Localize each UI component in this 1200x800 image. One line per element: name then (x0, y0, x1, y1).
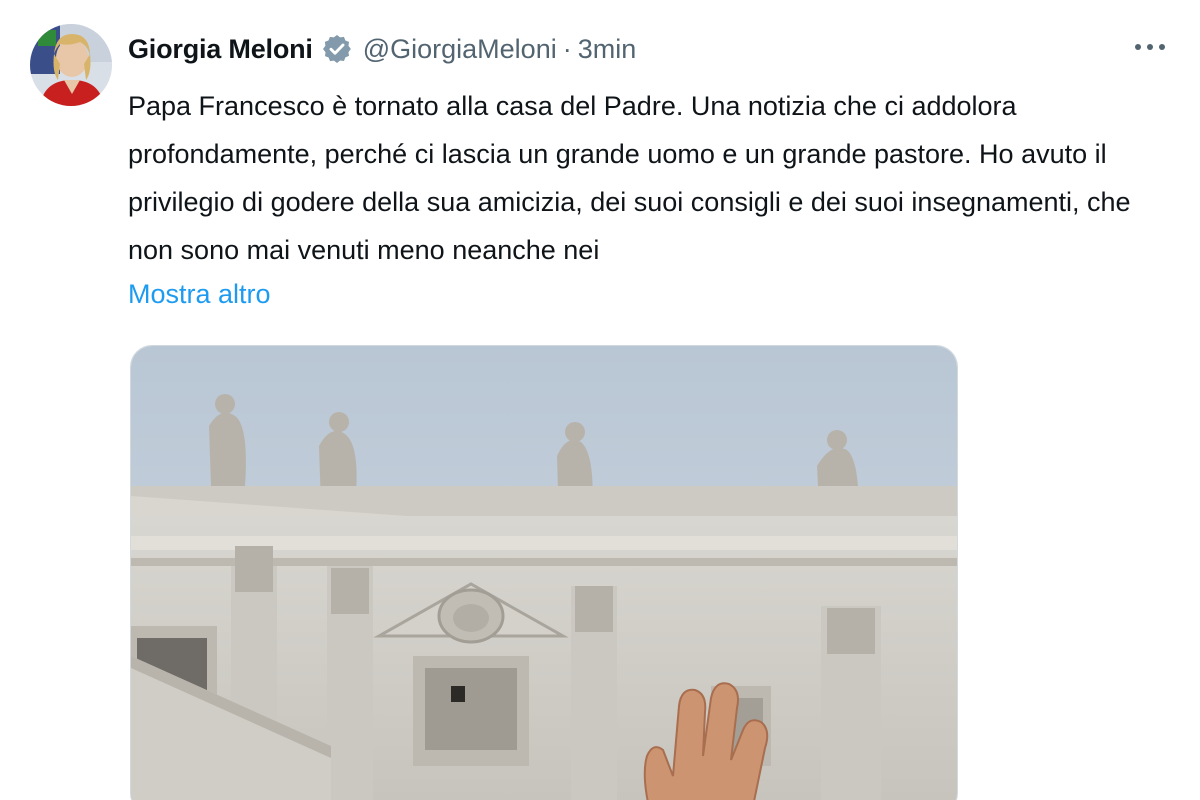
show-more-link[interactable]: Mostra altro (128, 270, 271, 318)
tweet-header: Giorgia Meloni @GiorgiaMeloni · 3min (128, 28, 636, 70)
author-handle[interactable]: @GiorgiaMeloni (363, 34, 557, 65)
avatar-image (30, 24, 112, 106)
st-peters-facade-photo (131, 346, 957, 800)
tweet-text: Papa Francesco è tornato alla casa del P… (128, 91, 1131, 265)
tweet-media-image[interactable] (130, 345, 958, 800)
more-horizontal-icon (1135, 44, 1165, 50)
more-options-button[interactable] (1128, 30, 1172, 64)
verified-badge-icon (321, 33, 353, 65)
author-name[interactable]: Giorgia Meloni (128, 34, 313, 65)
timestamp[interactable]: 3min (578, 34, 637, 65)
tweet[interactable]: Giorgia Meloni @GiorgiaMeloni · 3min Pap… (0, 0, 1200, 800)
avatar[interactable] (30, 24, 112, 106)
separator-dot: · (562, 33, 572, 64)
